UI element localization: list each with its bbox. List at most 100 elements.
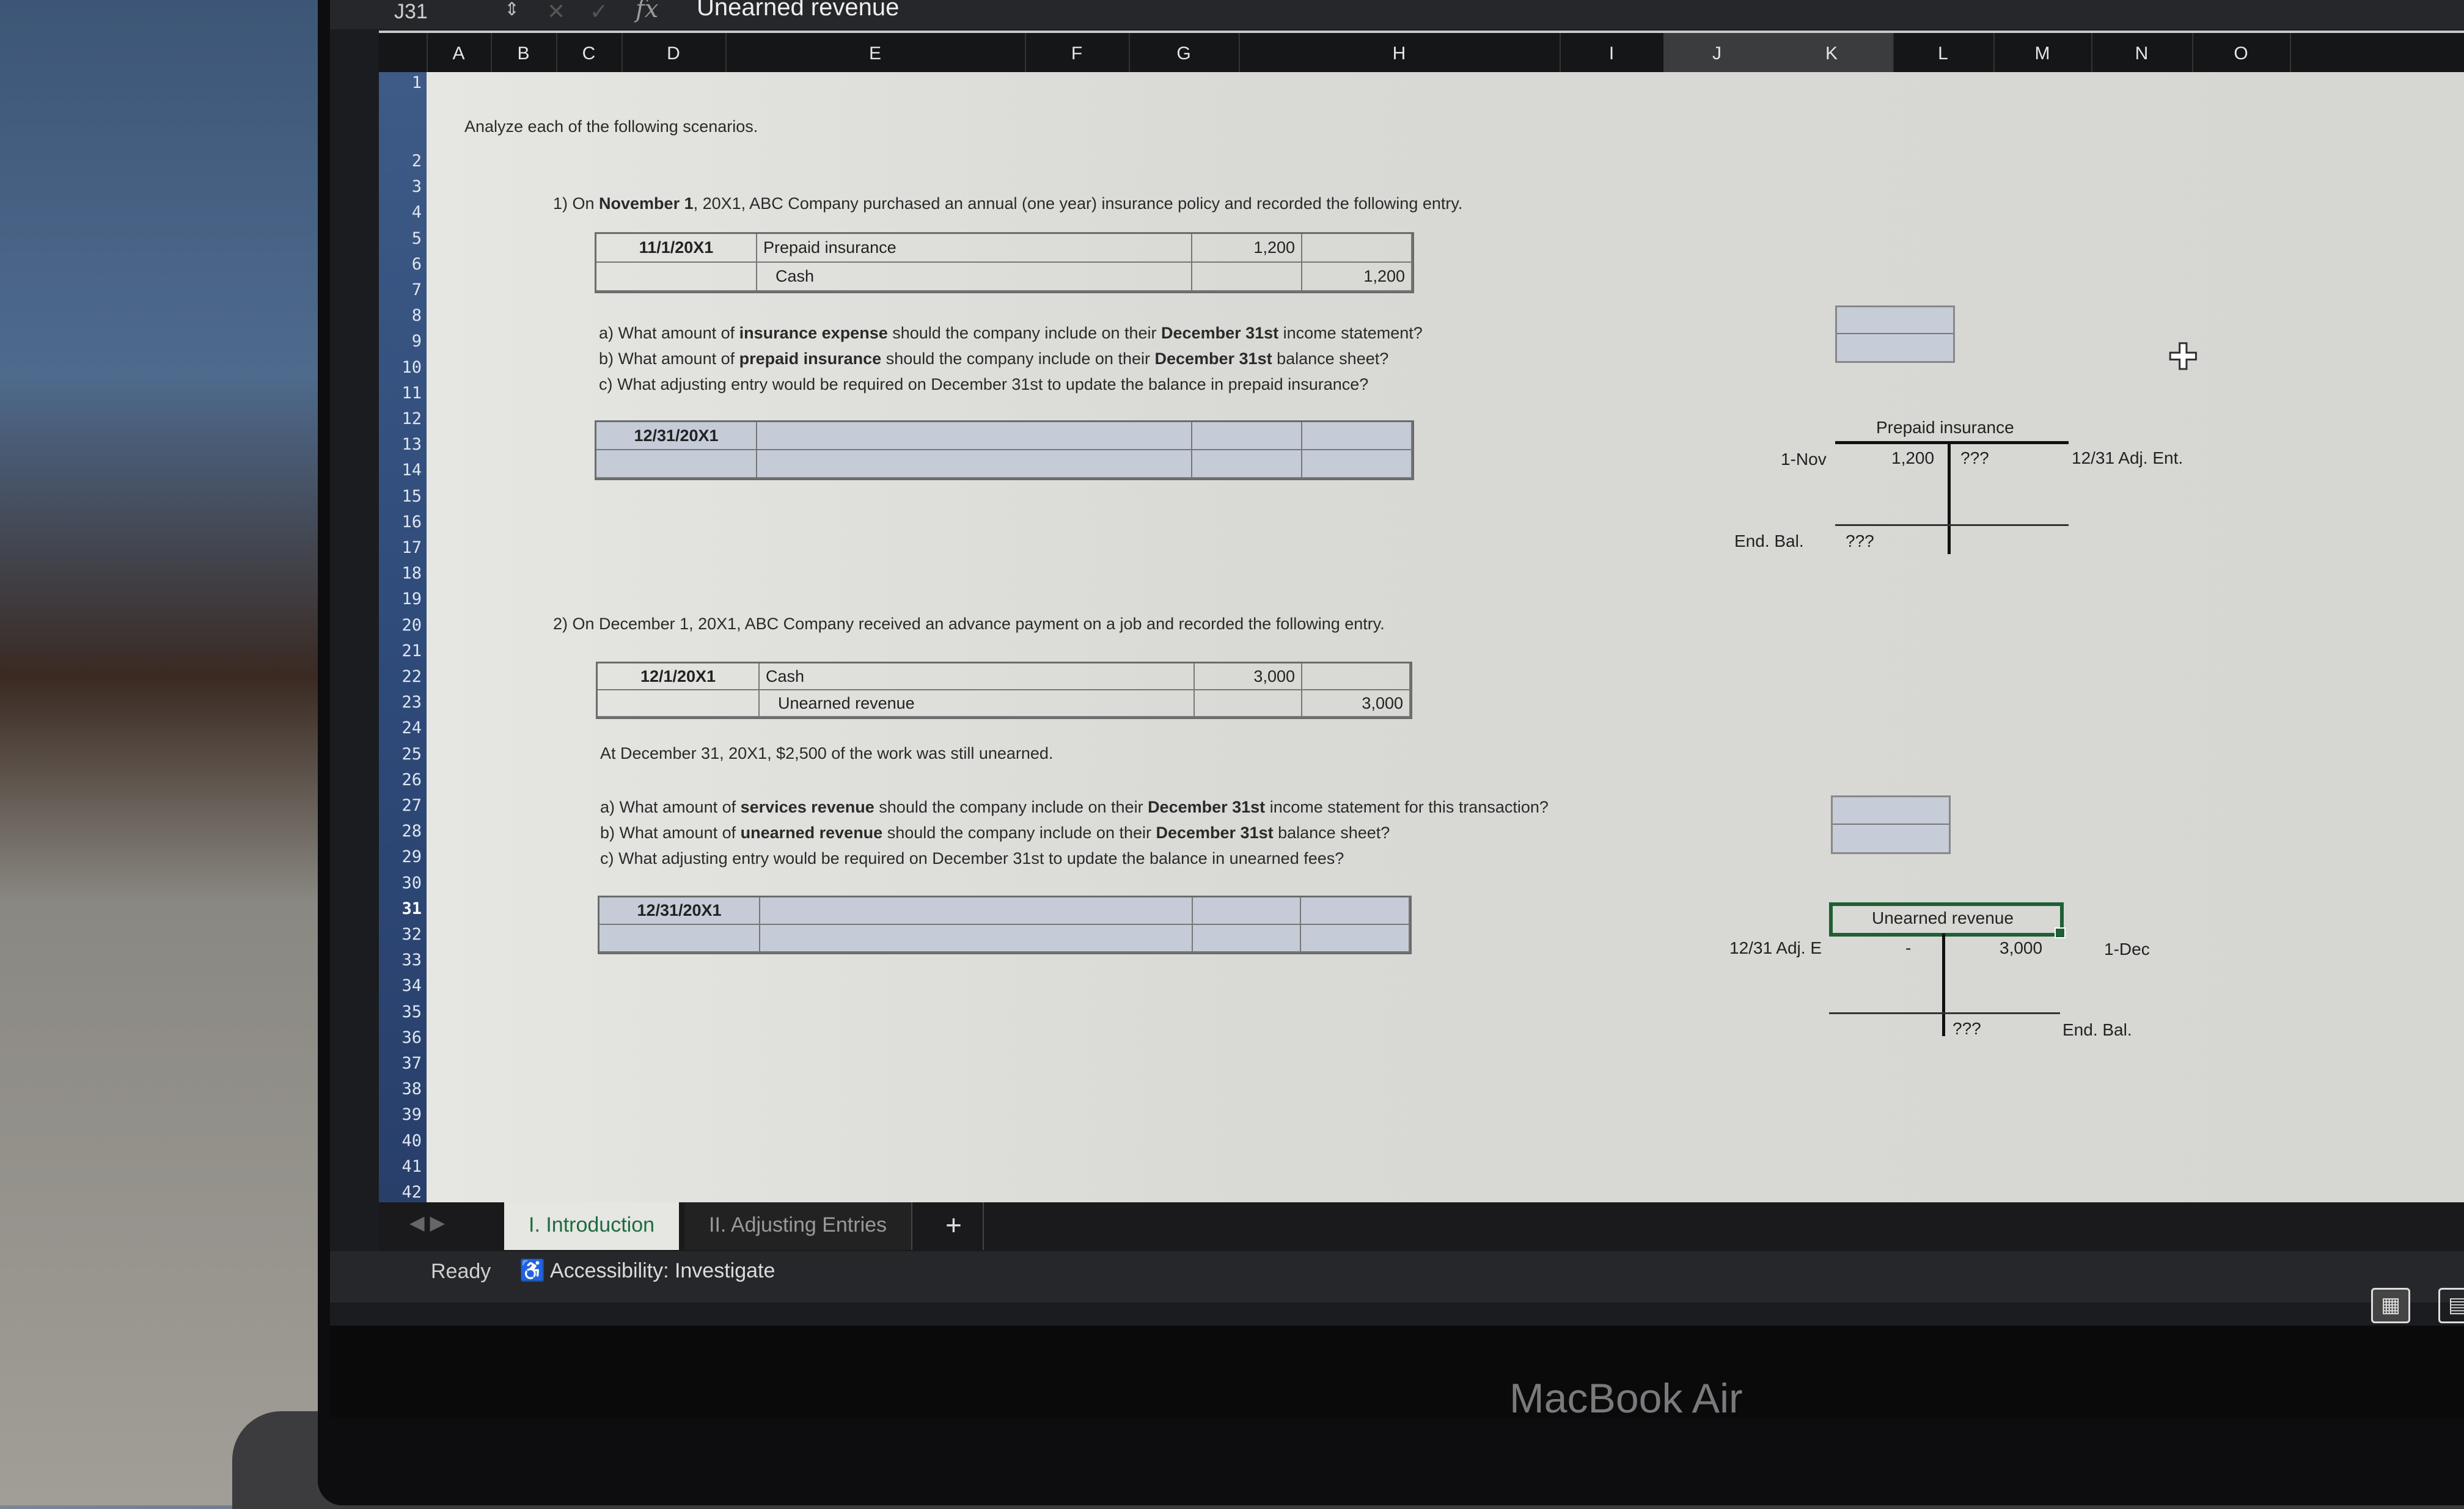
answer-cell-a[interactable] (1833, 797, 1949, 825)
row-header-30[interactable]: 30 (402, 874, 422, 893)
row-header-20[interactable]: 20 (402, 616, 422, 635)
entry-account[interactable]: Cash (760, 663, 1195, 690)
row-header-11[interactable]: 11 (402, 384, 422, 403)
row-header-37[interactable]: 37 (402, 1054, 422, 1073)
row-header-42[interactable]: 42 (402, 1183, 422, 1202)
entry-date[interactable] (596, 263, 757, 291)
row-header-29[interactable]: 29 (402, 847, 422, 866)
formula-input[interactable]: Unearned revenue (697, 0, 899, 21)
t-account-end-balance[interactable]: ??? (1953, 1019, 1981, 1039)
entry-date[interactable] (598, 690, 760, 717)
row-header-8[interactable]: 8 (412, 306, 422, 325)
row-header-7[interactable]: 7 (412, 280, 422, 299)
column-header-h[interactable]: H (1239, 33, 1561, 75)
row-header-3[interactable]: 3 (412, 177, 422, 196)
adj-entry-credit[interactable] (1302, 422, 1412, 450)
row-header-27[interactable]: 27 (402, 796, 422, 815)
column-header-k[interactable]: K (1770, 33, 1894, 78)
row-header-18[interactable]: 18 (402, 564, 422, 583)
entry-date[interactable]: 11/1/20X1 (596, 234, 757, 263)
select-all-corner[interactable] (379, 33, 428, 75)
entry-credit[interactable]: 3,000 (1302, 690, 1410, 717)
entry-debit[interactable]: 3,000 (1195, 663, 1302, 690)
adj-entry-date[interactable] (600, 925, 760, 952)
row-header-9[interactable]: 9 (412, 332, 422, 351)
cancel-icon[interactable]: ✕ (547, 0, 565, 24)
row-header-15[interactable]: 15 (402, 487, 422, 506)
entry-credit[interactable] (1302, 234, 1412, 263)
row-header-19[interactable]: 19 (402, 590, 422, 608)
t-account-credit[interactable]: 3,000 (2000, 938, 2042, 958)
row-header-41[interactable]: 41 (402, 1157, 422, 1176)
adj-entry-credit[interactable] (1301, 897, 1410, 925)
row-header-39[interactable]: 39 (402, 1105, 422, 1124)
row-header-25[interactable]: 25 (402, 745, 422, 764)
adj-entry-account[interactable] (760, 897, 1193, 925)
entry-account[interactable]: Unearned revenue (760, 690, 1195, 717)
row-header-22[interactable]: 22 (402, 667, 422, 686)
column-header-e[interactable]: E (725, 33, 1026, 75)
column-header-n[interactable]: N (2091, 33, 2193, 75)
column-header-i[interactable]: I (1560, 33, 1665, 75)
entry-debit[interactable]: 1,200 (1192, 234, 1302, 263)
answer-cell-b[interactable] (1837, 334, 1953, 361)
entry-debit[interactable] (1192, 263, 1302, 291)
entry-date[interactable]: 12/1/20X1 (598, 663, 760, 690)
entry-credit[interactable]: 1,200 (1302, 263, 1412, 291)
name-box-dropdown-icon[interactable]: ⇕ (504, 0, 519, 20)
answer-cell-a[interactable] (1837, 307, 1953, 334)
row-header-28[interactable]: 28 (402, 822, 422, 841)
column-header-j[interactable]: J (1663, 33, 1772, 78)
row-header-21[interactable]: 21 (402, 641, 422, 660)
accessibility-status[interactable]: ♿ Accessibility: Investigate (519, 1259, 775, 1283)
row-header-23[interactable]: 23 (402, 693, 422, 712)
t-account-debit[interactable]: - (1905, 938, 1911, 958)
row-header-32[interactable]: 32 (402, 925, 422, 944)
row-header-40[interactable]: 40 (402, 1131, 422, 1150)
row-header-6[interactable]: 6 (412, 255, 422, 274)
column-header-f[interactable]: F (1025, 33, 1130, 75)
row-header-36[interactable]: 36 (402, 1028, 422, 1047)
entry-credit[interactable] (1302, 663, 1410, 690)
adj-entry-account[interactable] (760, 925, 1193, 952)
entry-debit[interactable] (1195, 690, 1302, 717)
adj-entry-account[interactable] (757, 450, 1192, 478)
column-header-a[interactable]: A (427, 33, 492, 75)
row-header-17[interactable]: 17 (402, 538, 422, 557)
row-header-35[interactable]: 35 (402, 1003, 422, 1021)
name-box[interactable]: J31 (394, 0, 428, 24)
row-header-2[interactable]: 2 (412, 152, 422, 170)
adj-entry-date[interactable]: 12/31/20X1 (596, 422, 757, 450)
row-header-34[interactable]: 34 (402, 976, 422, 995)
tab-adjusting-entries[interactable]: II. Adjusting Entries (684, 1202, 913, 1250)
fill-handle[interactable] (2055, 927, 2066, 938)
column-header-m[interactable]: M (1993, 33, 2092, 75)
row-header-31[interactable]: 31 (402, 899, 422, 918)
add-sheet-button[interactable]: + (925, 1202, 984, 1250)
confirm-icon[interactable]: ✓ (590, 0, 608, 24)
normal-view-icon[interactable]: ▦ (2371, 1288, 2410, 1323)
entry-account[interactable]: Cash (757, 263, 1192, 291)
row-header-38[interactable]: 38 (402, 1080, 422, 1098)
adj-entry-debit[interactable] (1193, 925, 1301, 952)
adj-entry-debit[interactable] (1193, 897, 1301, 925)
t-account-end-balance[interactable]: ??? (1846, 532, 1874, 551)
adj-entry-credit[interactable] (1301, 925, 1410, 952)
tab-scroll-arrows-icon[interactable]: ◀ ▶ (409, 1211, 445, 1234)
tab-introduction[interactable]: I. Introduction (504, 1202, 680, 1250)
row-header-12[interactable]: 12 (402, 409, 422, 428)
adj-entry-account[interactable] (757, 422, 1192, 450)
t-account-debit[interactable]: 1,200 (1891, 448, 1934, 468)
row-header-26[interactable]: 26 (402, 770, 422, 789)
row-header-24[interactable]: 24 (402, 718, 422, 737)
row-header-10[interactable]: 10 (402, 358, 422, 377)
page-layout-view-icon[interactable]: ▤ (2438, 1288, 2464, 1323)
adj-entry-debit[interactable] (1192, 450, 1302, 478)
adj-entry-date[interactable]: 12/31/20X1 (600, 897, 760, 925)
adj-entry-debit[interactable] (1192, 422, 1302, 450)
row-header-13[interactable]: 13 (402, 435, 422, 454)
entry-account[interactable]: Prepaid insurance (757, 234, 1192, 263)
column-header-d[interactable]: D (622, 33, 727, 75)
row-header-16[interactable]: 16 (402, 513, 422, 532)
column-header-l[interactable]: L (1893, 33, 1995, 75)
